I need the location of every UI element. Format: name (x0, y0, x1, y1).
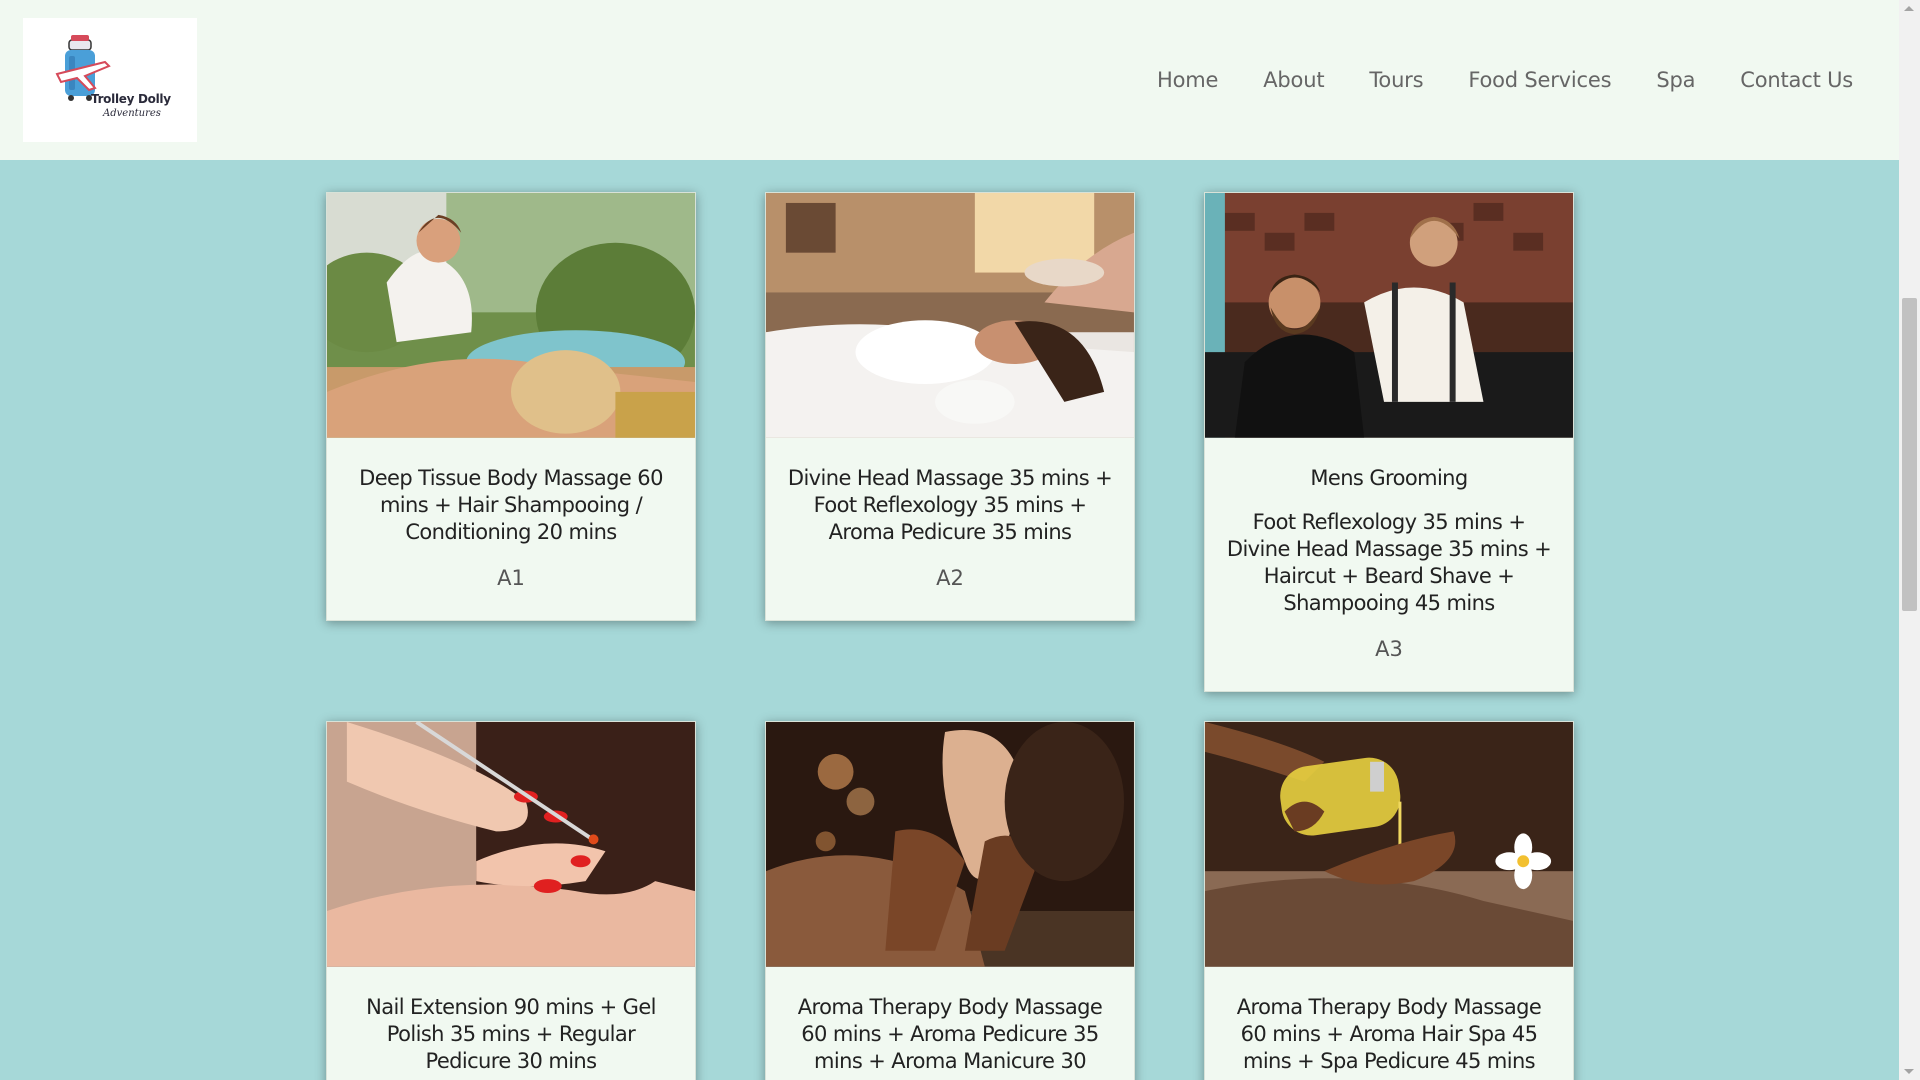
package-title: Mens Grooming (1310, 466, 1468, 490)
nav-spa[interactable]: Spa (1656, 68, 1695, 92)
barber-photo (1205, 193, 1573, 439)
nav-food-services[interactable]: Food Services (1468, 68, 1611, 92)
nail-polish-photo (327, 722, 695, 968)
foot-massage-photo (766, 722, 1134, 968)
oil-massage-photo (1205, 722, 1573, 968)
package-code: A1 (497, 566, 525, 590)
package-code: A3 (1375, 637, 1403, 661)
logo-text: Trolley Dolly (91, 92, 171, 106)
package-card-a3[interactable]: Mens Grooming Foot Reflexology 35 mins +… (1204, 192, 1574, 692)
vertical-scrollbar[interactable] (1899, 0, 1920, 1080)
logo-subtext: Adventures (103, 108, 161, 119)
package-code: A2 (936, 566, 964, 590)
nav-about[interactable]: About (1263, 68, 1324, 92)
package-title: Deep Tissue Body Massage 60 mins + Hair … (359, 466, 663, 544)
scroll-down-arrow-icon[interactable] (1904, 1069, 1914, 1074)
scrollbar-thumb[interactable] (1902, 298, 1917, 611)
main-nav: Home About Tours Food Services Spa Conta… (1112, 68, 1853, 92)
package-card-aroma-hair-spa[interactable]: Aroma Therapy Body Massage 60 mins + Aro… (1204, 721, 1574, 1080)
scroll-up-arrow-icon[interactable] (1904, 6, 1914, 11)
site-logo[interactable]: Trolley Dolly Adventures (23, 18, 197, 142)
head-massage-photo (766, 193, 1134, 439)
package-card-nail-extension[interactable]: Nail Extension 90 mins + Gel Polish 35 m… (326, 721, 696, 1080)
package-card-a2[interactable]: Divine Head Massage 35 mins + Foot Refle… (765, 192, 1135, 621)
package-card-aroma-pedicure[interactable]: Aroma Therapy Body Massage 60 mins + Aro… (765, 721, 1135, 1080)
nav-tours[interactable]: Tours (1369, 68, 1423, 92)
package-card-a1[interactable]: Deep Tissue Body Massage 60 mins + Hair … (326, 192, 696, 621)
package-title: Divine Head Massage 35 mins + Foot Refle… (787, 466, 1113, 544)
package-title: Aroma Therapy Body Massage 60 mins + Aro… (797, 995, 1103, 1073)
package-title: Aroma Therapy Body Massage 60 mins + Aro… (1236, 995, 1542, 1073)
package-description: Foot Reflexology 35 mins + Divine Head M… (1226, 510, 1552, 615)
massage-outdoor-photo (327, 193, 695, 439)
nav-home[interactable]: Home (1157, 68, 1218, 92)
nav-contact-us[interactable]: Contact Us (1740, 68, 1853, 92)
package-title: Nail Extension 90 mins + Gel Polish 35 m… (366, 995, 656, 1073)
site-header: Trolley Dolly Adventures Home About Tour… (0, 0, 1899, 160)
